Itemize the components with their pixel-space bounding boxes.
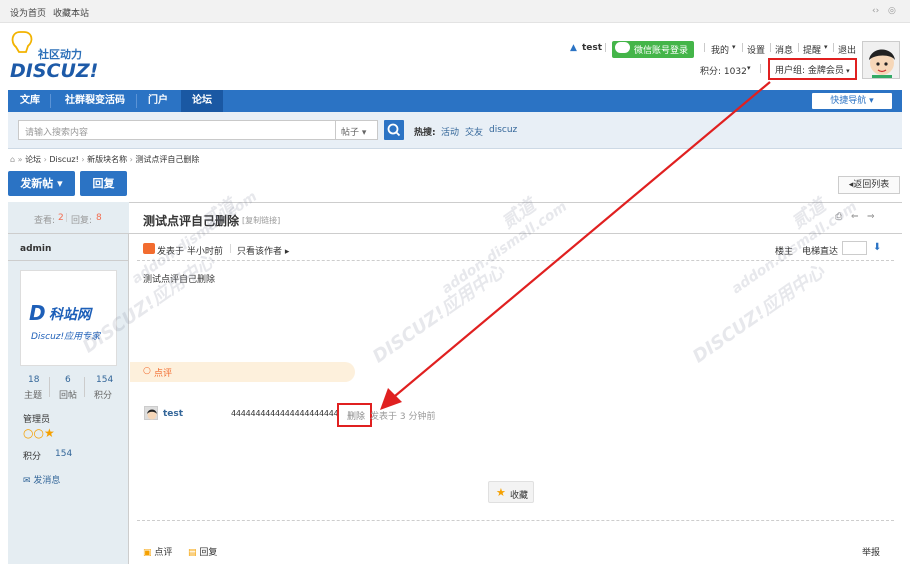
annotation-arrow: [380, 81, 771, 410]
